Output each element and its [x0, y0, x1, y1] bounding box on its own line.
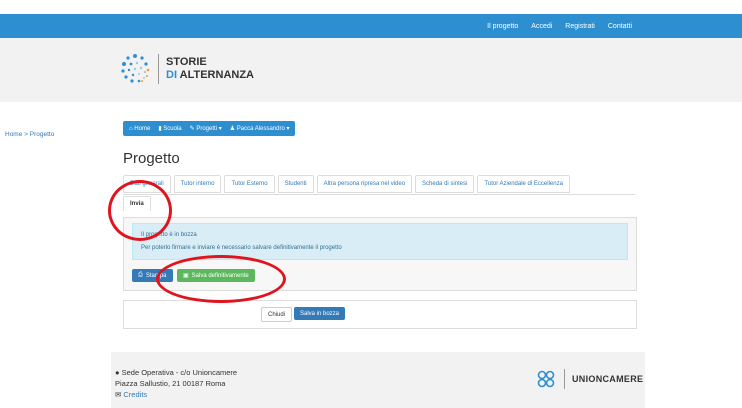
uc-divider: [564, 369, 565, 389]
credits-link[interactable]: Credits: [123, 390, 147, 399]
unioncamere-mark-icon: [537, 370, 555, 388]
breadcrumb[interactable]: Home > Progetto: [5, 131, 54, 138]
info-alert: Il progetto è in bozza Per poterlo firma…: [132, 223, 628, 260]
map-marker-icon: ●: [115, 368, 120, 377]
address-line1: Sede Operativa - c/o Unioncamere: [121, 368, 238, 377]
salva-in-bozza-button[interactable]: Salva in bozza: [294, 307, 346, 320]
user-label: Pacca Alessandro: [236, 126, 285, 132]
home-menu-item[interactable]: ⌂ Home: [129, 126, 150, 132]
progetti-label: Progetti: [196, 126, 218, 132]
user-menu-item[interactable]: ♟ Pacca Alessandro ▾: [230, 125, 290, 132]
site-header: STORIE DI ALTERNANZA Home > Progetto: [0, 38, 742, 138]
site-logo[interactable]: STORIE DI ALTERNANZA: [118, 52, 254, 86]
action-bar: ⌂ Home ▮ Scuola ✎ Progetti ▾ ♟ Pacca Ale…: [123, 121, 296, 136]
home-label: Home: [134, 125, 151, 132]
site-footer: ● Sede Operativa - c/o Unioncamere Piazz…: [111, 352, 645, 408]
annotation-circle-salva-button: [156, 255, 286, 303]
chiudi-button[interactable]: Chiudi: [261, 307, 293, 322]
logo-line2-prefix: DI: [166, 69, 180, 81]
logo-line1: STORIE: [166, 56, 207, 68]
envelope-icon: ✉: [115, 390, 122, 399]
address-line2: Piazza Sallustio, 21 00187 Roma: [115, 379, 226, 388]
form-actions-box: Chiudi Salva in bozza: [123, 300, 637, 329]
tab-tutor-interno[interactable]: Tutor interno: [173, 175, 222, 193]
logo-divider: [158, 54, 159, 84]
footer-address: ● Sede Operativa - c/o Unioncamere Piazz…: [115, 367, 237, 400]
unioncamere-logo[interactable]: UNIONCAMERE: [535, 368, 643, 390]
scuola-menu-item[interactable]: ▮ Scuola: [158, 125, 181, 132]
nav-link-registrati[interactable]: Registrati: [565, 23, 595, 30]
nav-link-il-progetto[interactable]: Il progetto: [487, 23, 518, 30]
progetti-menu-item[interactable]: ✎ Progetti ▾: [190, 125, 222, 132]
logo-wordmark: STORIE DI ALTERNANZA: [166, 56, 254, 82]
annotation-circle-invia-tab: [108, 180, 172, 241]
nav-link-contatti[interactable]: Contatti: [608, 23, 632, 30]
tab-altra-persona[interactable]: Altra persona ripresa nel video: [316, 175, 413, 193]
alert-line2: Per poterlo firmare e inviare è necessar…: [141, 245, 342, 251]
dots-globe-icon: [121, 54, 150, 83]
tab-tutor-esterno[interactable]: Tutor Esterno: [224, 175, 275, 193]
print-icon: ⎙: [138, 272, 143, 278]
top-navbar: Il progetto Accedi Registrati Contatti: [0, 14, 742, 38]
tab-bar: Dati generali Tutor interno Tutor Estern…: [123, 175, 635, 219]
logo-line2-accent: ALTERNANZA: [179, 69, 254, 81]
tab-studenti[interactable]: Studenti: [277, 175, 314, 193]
page-title: Progetto: [123, 150, 180, 167]
tab-divider: [123, 194, 635, 195]
tab-tutor-aziendale[interactable]: Tutor Aziendale di Eccellenza: [477, 175, 570, 193]
nav-link-accedi[interactable]: Accedi: [531, 23, 552, 30]
tab-scheda-sintesi[interactable]: Scheda di sintesi: [415, 175, 475, 193]
scuola-label: Scuola: [163, 126, 182, 132]
unioncamere-name: UNIONCAMERE: [572, 374, 644, 384]
